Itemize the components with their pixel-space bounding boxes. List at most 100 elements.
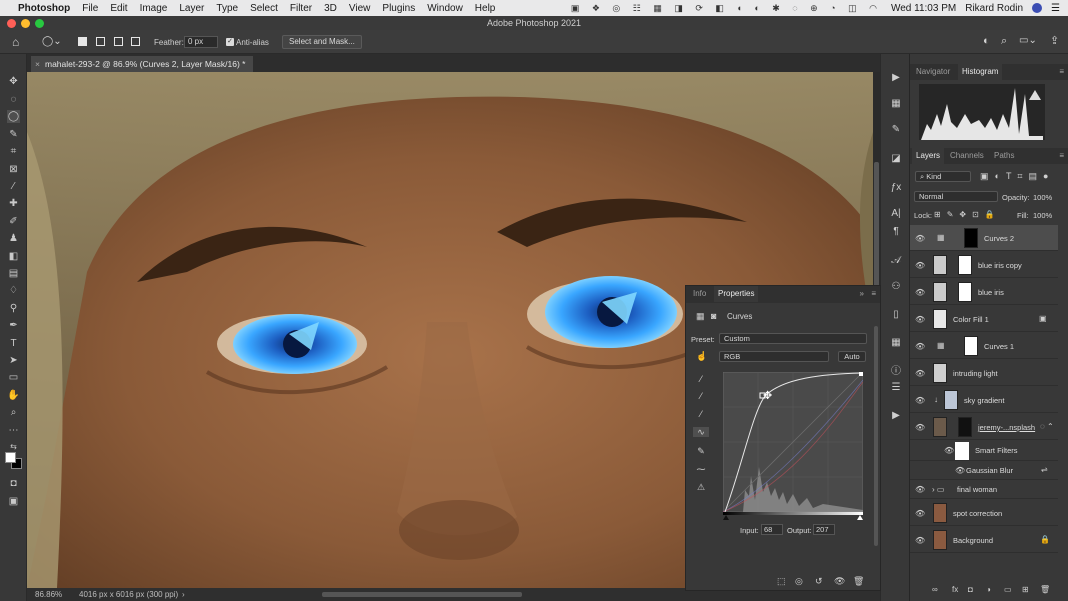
styles-icon[interactable]: ƒx bbox=[890, 182, 902, 194]
lasso-tool-icon[interactable]: ◯ bbox=[7, 110, 20, 123]
fill-value[interactable]: 100% bbox=[1033, 211, 1052, 220]
layer-name[interactable]: blue iris bbox=[978, 288, 1004, 297]
visibility-eye-icon[interactable]: 👁 bbox=[915, 396, 925, 405]
curve-points-icon[interactable]: ∿ bbox=[693, 427, 709, 437]
menu-type[interactable]: Type bbox=[216, 3, 238, 14]
info-icon[interactable]: ⓘ bbox=[890, 366, 902, 378]
eraser-tool-icon[interactable]: ◧ bbox=[7, 250, 20, 263]
search-icon[interactable]: ⌕ bbox=[1001, 35, 1007, 48]
gray-point-eyedropper-icon[interactable]: ⁄ bbox=[696, 391, 706, 401]
add-mask-icon[interactable]: ◘ bbox=[968, 585, 973, 594]
on-image-adjust-icon[interactable]: ☝ bbox=[696, 351, 707, 362]
marquee-tool-icon[interactable]: ◌ bbox=[7, 93, 20, 106]
subtract-selection-icon[interactable] bbox=[114, 37, 123, 46]
character-icon[interactable]: A| bbox=[890, 208, 902, 220]
lasso-tool-preset-icon[interactable]: ◯⌄ bbox=[42, 36, 62, 47]
feather-input[interactable]: 0 px bbox=[184, 36, 218, 48]
search-person-icon[interactable]: ◐ bbox=[983, 35, 990, 47]
layer-name[interactable]: sky gradient bbox=[964, 396, 1004, 405]
intersect-selection-icon[interactable] bbox=[131, 37, 140, 46]
visibility-eye-icon[interactable]: 👁 bbox=[915, 234, 925, 243]
visibility-eye-icon[interactable]: 👁 bbox=[915, 536, 925, 545]
visibility-eye-icon[interactable]: 👁 bbox=[915, 315, 925, 324]
menu-edit[interactable]: Edit bbox=[110, 3, 127, 14]
layer-thumbnail[interactable] bbox=[933, 417, 947, 437]
layer-name[interactable]: Color Fill 1 bbox=[953, 315, 989, 324]
layers-menu-icon[interactable]: ≡ bbox=[1059, 151, 1064, 160]
tab-navigator[interactable]: Navigator bbox=[912, 64, 954, 80]
visibility-eye-icon[interactable]: 👁 bbox=[915, 342, 925, 351]
add-selection-icon[interactable] bbox=[96, 37, 105, 46]
layer-thumbnail[interactable] bbox=[944, 390, 958, 410]
path-select-tool-icon[interactable]: ➤ bbox=[7, 354, 20, 367]
layer-row[interactable]: 👁 ↓ sky gradient bbox=[910, 387, 1058, 413]
tab-info[interactable]: Info bbox=[689, 286, 710, 302]
visibility-eye-icon[interactable]: 👁 bbox=[915, 509, 925, 518]
hand-tool-icon[interactable]: ✋ bbox=[7, 389, 20, 402]
frame-tool-icon[interactable]: ⊠ bbox=[7, 163, 20, 176]
layer-thumbnail[interactable] bbox=[933, 309, 947, 329]
visibility-eye-icon[interactable]: 👁 bbox=[915, 288, 925, 297]
layer-name[interactable]: Smart Filters bbox=[975, 446, 1018, 455]
link-layers-icon[interactable]: ∞ bbox=[932, 585, 938, 594]
menu-help[interactable]: Help bbox=[475, 3, 496, 14]
document-tab[interactable]: × mahalet-293-2 @ 86.9% (Curves 2, Layer… bbox=[31, 56, 254, 72]
gradient-tool-icon[interactable]: ▤ bbox=[7, 267, 20, 280]
input-value[interactable]: 68 bbox=[761, 524, 783, 535]
zoom-tool-icon[interactable]: ⌕ bbox=[7, 406, 20, 419]
layer-row[interactable]: 👁 ▦ Curves 2 bbox=[910, 225, 1058, 251]
home-icon[interactable]: ⌂ bbox=[12, 35, 19, 49]
auto-button[interactable]: Auto bbox=[838, 351, 866, 362]
mask-icon[interactable]: ◙ bbox=[711, 311, 716, 321]
more-tools-icon[interactable]: ⋯ bbox=[7, 424, 20, 437]
black-point-eyedropper-icon[interactable]: ⁄ bbox=[696, 374, 706, 384]
opacity-value[interactable]: 100% bbox=[1033, 193, 1052, 202]
lock-icons[interactable]: ⊞✎✥⊡🔒 bbox=[934, 210, 1001, 219]
reset-icon[interactable]: ↺ bbox=[815, 576, 823, 587]
menu-view[interactable]: View bbox=[349, 3, 371, 14]
layer-row[interactable]: 👁 blue iris bbox=[910, 279, 1058, 305]
status-expand-icon[interactable]: › bbox=[182, 588, 185, 601]
smart-filter-thumbnail[interactable] bbox=[955, 442, 969, 460]
menu-select[interactable]: Select bbox=[250, 3, 278, 14]
properties-strip-icon[interactable]: ☰ bbox=[890, 382, 902, 394]
menubar-clock[interactable]: Wed 11:03 PM bbox=[891, 3, 956, 14]
pen-tool-icon[interactable]: ✒ bbox=[7, 319, 20, 332]
menu-file[interactable]: File bbox=[82, 3, 98, 14]
delete-adjustment-icon[interactable]: 🗑 bbox=[853, 576, 864, 587]
layer-thumbnail[interactable] bbox=[933, 363, 947, 383]
shape-tool-icon[interactable]: ▭ bbox=[7, 371, 20, 384]
layer-thumbnail[interactable] bbox=[933, 282, 947, 302]
mask-thumbnail[interactable] bbox=[958, 282, 972, 302]
close-tab-icon[interactable]: × bbox=[35, 56, 40, 72]
mask-thumbnail[interactable] bbox=[958, 417, 972, 437]
tab-layers[interactable]: Layers bbox=[912, 148, 945, 164]
layer-row[interactable]: 👁 spot correction bbox=[910, 500, 1058, 526]
view-previous-icon[interactable]: ◎ bbox=[795, 576, 803, 587]
white-point-eyedropper-icon[interactable]: ⁄ bbox=[696, 409, 706, 419]
menu-layer[interactable]: Layer bbox=[179, 3, 204, 14]
visibility-eye-icon[interactable]: 👁 bbox=[915, 423, 925, 432]
close-window-button[interactable] bbox=[7, 19, 16, 28]
type-tool-icon[interactable]: T bbox=[7, 337, 20, 350]
mask-thumbnail[interactable] bbox=[958, 255, 972, 275]
horizontal-scrollbar[interactable] bbox=[322, 592, 522, 597]
visibility-eye-icon[interactable]: 👁 bbox=[944, 446, 954, 455]
status-icons[interactable]: ▣ ❖ ◎ ☷ ▦ ◨ ⟳ ◧ ◖ ◐ ✱ ◌ ⊕ ◔ ◫ ◠ bbox=[571, 3, 882, 14]
filter-icons[interactable]: ▣◐T⌗▤● bbox=[980, 171, 1054, 182]
filter-options-icon[interactable]: ⇌ bbox=[1041, 465, 1048, 474]
layer-name[interactable]: Curves 1 bbox=[984, 342, 1014, 351]
minimize-window-button[interactable] bbox=[21, 19, 30, 28]
properties-scrollbar[interactable] bbox=[874, 326, 878, 546]
layer-name[interactable]: Background bbox=[953, 536, 993, 545]
layer-row[interactable]: 👁 › ▭ final woman bbox=[910, 481, 1058, 499]
visibility-eye-icon[interactable]: 👁 bbox=[915, 485, 925, 494]
properties-menu-icon[interactable]: ≡ bbox=[871, 289, 876, 298]
mask-thumbnail[interactable] bbox=[964, 336, 978, 356]
pencil-draw-icon[interactable]: ✎ bbox=[696, 446, 706, 456]
fx-icon[interactable]: fx bbox=[952, 585, 958, 594]
zoom-window-button[interactable] bbox=[35, 19, 44, 28]
scrollbar-thumb[interactable] bbox=[874, 162, 879, 292]
menu-plugins[interactable]: Plugins bbox=[382, 3, 415, 14]
layer-name[interactable]: blue iris copy bbox=[978, 261, 1022, 270]
